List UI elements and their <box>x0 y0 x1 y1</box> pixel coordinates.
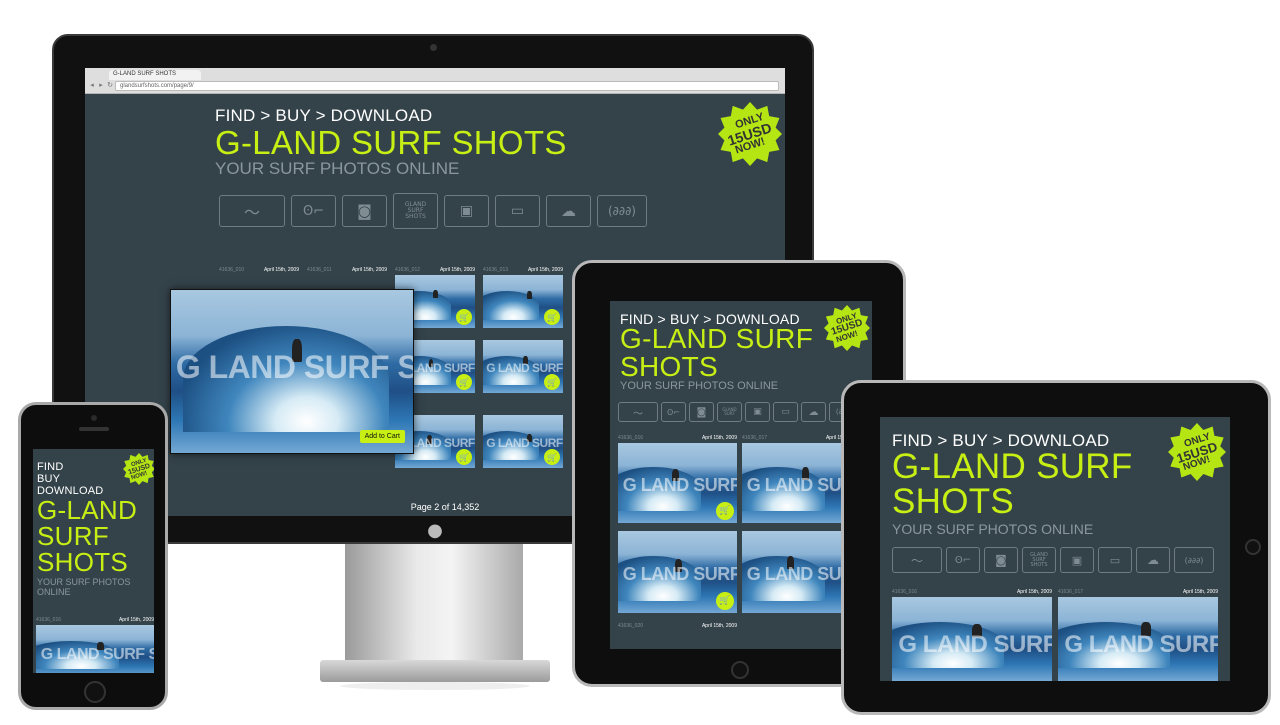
back-icon[interactable]: ◂ <box>88 81 96 91</box>
thumbnail-card[interactable]: G LAND SURF SHOTS 🛒 <box>483 415 563 468</box>
camera-icon[interactable]: ◙ <box>342 195 387 227</box>
surf-photo[interactable]: G LAND SURF SHOTS <box>892 597 1052 681</box>
photo-preview[interactable]: G LAND SURF SHOTS Add to Cart <box>170 289 414 454</box>
thumbnail-card[interactable]: 41636_016April 15th, 2009 G LAND SURF SH… <box>618 435 737 523</box>
surfer-icon[interactable]: ʘ⌐ <box>291 195 336 227</box>
cart-icon[interactable]: 🛒 <box>456 374 472 390</box>
cloud-download-icon[interactable]: ☁ <box>1136 547 1170 573</box>
front-camera <box>91 415 97 421</box>
monitor-base <box>320 660 550 682</box>
surf-photo[interactable]: G LAND SURF SHOTS 🛒 <box>618 531 737 613</box>
surf-photo[interactable]: G LAND SURF SHOTS 🛒 <box>483 415 563 468</box>
cart-icon[interactable]: 🛒 <box>456 449 472 465</box>
cloud-download-icon[interactable]: ☁ <box>801 402 826 422</box>
home-button[interactable] <box>84 681 106 703</box>
price-badge: ONLY 15USD NOW! <box>1168 423 1226 481</box>
dollar-coins-icon[interactable]: (∂∂∂) <box>597 195 647 227</box>
logo-icon[interactable]: GLAND SURF <box>717 402 742 422</box>
address-bar[interactable]: glandsurfshots.com/page/9/ <box>115 81 779 91</box>
price-badge: ONLY 15USD NOW! <box>824 305 870 351</box>
credit-card-icon[interactable]: ▭ <box>495 195 540 227</box>
cart-icon[interactable]: 🛒 <box>456 309 472 325</box>
forward-icon[interactable]: ▸ <box>97 81 105 91</box>
slideshow-icon[interactable]: ▣ <box>745 402 770 422</box>
cart-icon[interactable]: 🛒 <box>716 502 734 520</box>
surf-photo[interactable]: 🛒 <box>483 275 563 328</box>
thumbnail-card[interactable]: G LAND SURF SHOTS 🛒 <box>618 531 737 613</box>
credit-card-icon[interactable]: ▭ <box>1098 547 1132 573</box>
thumbnail-card[interactable]: 41636_020 April 15th, 2009 <box>618 623 737 629</box>
cart-icon[interactable]: 🛒 <box>544 449 560 465</box>
thumbnail-card[interactable]: 41636_013 April 15th, 2009 🛒 <box>483 267 563 328</box>
wave-icon[interactable]: 〜 <box>219 195 285 227</box>
site-subtitle: YOUR SURF PHOTOS ONLINE <box>37 577 131 597</box>
tablet-landscape: FIND > BUY > DOWNLOAD G-LAND SURF SHOTS Y… <box>841 380 1271 715</box>
pagination: Page 2 of 14,352 <box>410 502 480 512</box>
surfer-icon[interactable]: ʘ⌐ <box>661 402 686 422</box>
surf-photo[interactable]: G LAND SURF SHOTS <box>36 625 154 673</box>
speaker <box>79 427 109 431</box>
thumbnail-card[interactable]: 41636_011 April 15th, 2009 <box>307 267 387 273</box>
camera-icon[interactable]: ◙ <box>984 547 1018 573</box>
icon-row: 〜 ʘ⌐ ◙ GLAND SURF SHOTS ▣ ▭ ☁ (∂∂∂) <box>892 547 1228 573</box>
site-title: G-LAND SURF SHOTS <box>37 495 138 577</box>
webcam <box>430 44 437 51</box>
apple-logo-icon: ● <box>427 520 443 541</box>
site-subtitle: YOUR SURF PHOTOS ONLINE <box>215 159 460 178</box>
tablet-landscape-screen: FIND > BUY > DOWNLOAD G-LAND SURF SHOTS Y… <box>880 417 1230 681</box>
logo-icon[interactable]: GLAND SURF SHOTS <box>1022 547 1056 573</box>
site-tagline: FIND BUY DOWNLOAD <box>37 461 104 497</box>
surf-photo[interactable]: G LAND SURF SHOTS 🛒 <box>618 443 737 523</box>
thumbnail-card[interactable]: 41636_010 April 15th, 2009 <box>219 267 299 273</box>
thumbnail-card[interactable]: G LAND SURF SHOTS 🛒 <box>483 340 563 393</box>
slideshow-icon[interactable]: ▣ <box>1060 547 1094 573</box>
thumbnail-card[interactable]: 41636_016April 15th, 2009 G LAND SURF SH… <box>892 589 1052 681</box>
site-title: G-LAND SURF SHOTS <box>215 124 567 161</box>
site-title: G-LAND SURF SHOTS <box>892 447 1133 521</box>
credit-card-icon[interactable]: ▭ <box>773 402 798 422</box>
slideshow-icon[interactable]: ▣ <box>444 195 489 227</box>
site-subtitle: YOUR SURF PHOTOS ONLINE <box>892 521 1094 537</box>
dollar-coins-icon[interactable]: (∂∂∂) <box>1174 547 1214 573</box>
thumbnail-card[interactable]: 41636_016April 15th, 2009 G LAND SURF SH… <box>36 617 154 673</box>
site-tagline: FIND > BUY > DOWNLOAD <box>215 106 433 125</box>
icon-row: 〜 ʘ⌐ ◙ GLANDSURF ▣ ▭ ☁ (∂∂∂) <box>618 402 868 422</box>
price-badge: ONLY 15USD NOW! <box>123 453 154 485</box>
add-to-cart-button[interactable]: Add to Cart <box>359 430 405 443</box>
cart-icon[interactable]: 🛒 <box>544 309 560 325</box>
cart-icon[interactable]: 🛒 <box>544 374 560 390</box>
surf-photo[interactable]: G LAND SURF SHOTS 🛒 <box>483 340 563 393</box>
price-badge: ONLY 15USD NOW! <box>718 102 782 166</box>
wave-icon[interactable]: 〜 <box>618 402 658 422</box>
reload-icon[interactable]: ↻ <box>106 81 114 91</box>
site-subtitle: YOUR SURF PHOTOS ONLINE <box>620 380 779 392</box>
tablet-portrait-screen: FIND > BUY > DOWNLOAD G-LAND SURF SHOTS Y… <box>610 301 872 649</box>
cart-icon[interactable]: 🛒 <box>716 592 734 610</box>
surfer-icon[interactable]: ʘ⌐ <box>946 547 980 573</box>
browser-tab[interactable]: G-LAND SURF SHOTS <box>109 70 201 80</box>
phone: FIND BUY DOWNLOAD G-LAND SURF SHOTS YOUR SUR… <box>18 402 168 710</box>
browser-toolbar: G-LAND SURF SHOTS ◂ ▸ ↻ glandsurfshots.c… <box>85 68 785 94</box>
home-button[interactable] <box>731 661 749 679</box>
wave-icon[interactable]: 〜 <box>892 547 942 573</box>
stand-shadow <box>340 682 530 690</box>
surf-photo[interactable]: G LAND SURF SHOTS <box>1058 597 1218 681</box>
site-title: G-LAND SURF SHOTS <box>620 323 814 382</box>
phone-screen: FIND BUY DOWNLOAD G-LAND SURF SHOTS YOUR SUR… <box>33 449 154 673</box>
cloud-download-icon[interactable]: ☁ <box>546 195 591 227</box>
logo-icon[interactable]: GLAND SURF SHOTS <box>393 193 438 229</box>
monitor-stand <box>345 544 523 662</box>
surf-photo-large: G LAND SURF SHOTS <box>171 290 413 453</box>
thumbnail-card[interactable]: 41636_017April 15th, 2009 G LAND SURF SH… <box>1058 589 1218 681</box>
home-button[interactable] <box>1245 539 1261 555</box>
camera-icon[interactable]: ◙ <box>689 402 714 422</box>
